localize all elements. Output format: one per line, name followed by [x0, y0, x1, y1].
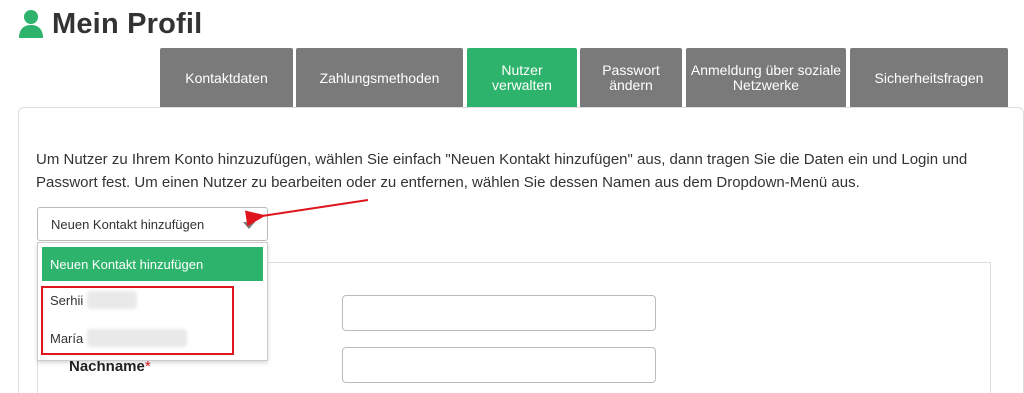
tab-nutzer-verwalten[interactable]: Nutzer verwalten: [467, 48, 577, 108]
tab-anmeldung-soziale-netzwerke[interactable]: Anmeldung über soziale Netzwerke: [686, 48, 846, 108]
page-header: Mein Profil: [18, 6, 202, 42]
tab-zahlungsmethoden[interactable]: Zahlungsmethoden: [296, 48, 463, 108]
page-title: Mein Profil: [52, 7, 203, 40]
lastname-input[interactable]: [342, 347, 656, 383]
contact-select-value: Neuen Kontakt hinzufügen: [51, 216, 205, 232]
annotation-highlight-box: [41, 286, 234, 355]
contact-select[interactable]: Neuen Kontakt hinzufügen: [37, 207, 268, 241]
dropdown-option-new-contact[interactable]: Neuen Kontakt hinzufügen: [42, 247, 263, 281]
dropdown-option-label: Neuen Kontakt hinzufügen: [50, 256, 204, 272]
chevron-down-icon: [243, 222, 255, 229]
tab-passwort-aendern[interactable]: Passwort ändern: [580, 48, 682, 108]
intro-text: Um Nutzer zu Ihrem Konto hinzuzufügen, w…: [36, 151, 968, 191]
tab-kontaktdaten[interactable]: Kontaktdaten: [160, 48, 293, 108]
firstname-input[interactable]: [342, 295, 656, 331]
user-icon: [19, 10, 43, 38]
tab-sicherheitsfragen[interactable]: Sicherheitsfragen: [850, 48, 1008, 108]
